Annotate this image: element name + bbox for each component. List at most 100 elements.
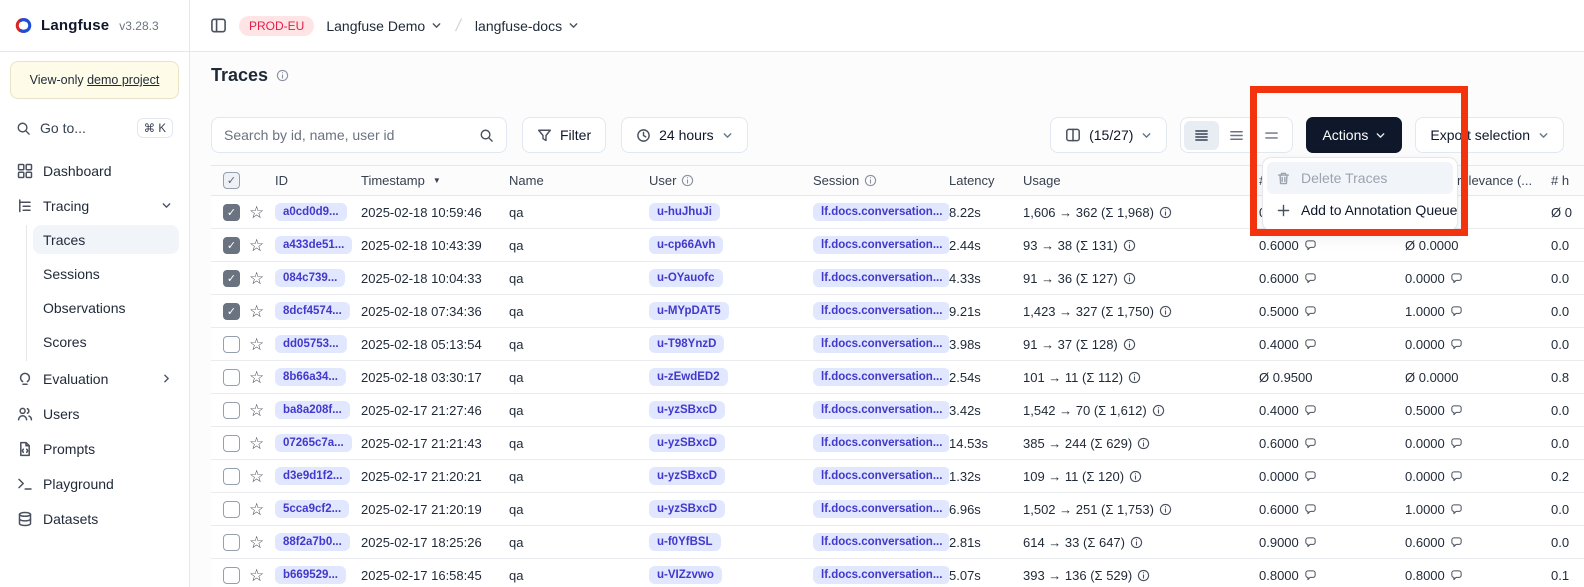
col-header-user[interactable]: User [649,173,813,188]
col-header-session[interactable]: Session [813,173,949,188]
demo-project-link[interactable]: demo project [87,73,159,87]
sidebar-item-scores[interactable]: Scores [33,327,179,356]
user-badge[interactable]: u-huJhuJi [649,203,720,221]
sidebar-item-tracing[interactable]: Tracing [10,190,179,221]
session-badge[interactable]: lf.docs.conversation... [813,500,949,518]
session-badge[interactable]: lf.docs.conversation... [813,236,949,254]
table-row[interactable]: ✓☆07265c7a...2025-02-17 21:21:43qau-yzSB… [211,427,1584,460]
user-badge[interactable]: u-yzSBxcD [649,467,725,485]
sidebar-item-playground[interactable]: Playground [10,468,179,499]
user-badge[interactable]: u-T98YnzD [649,335,724,353]
bookmark-star-icon[interactable]: ☆ [249,534,264,551]
col-header-usage[interactable]: Usage [1023,173,1255,188]
sidebar-item-observations[interactable]: Observations [33,293,179,322]
select-all-checkbox[interactable]: ✓ [223,172,240,189]
table-row[interactable]: ✓☆88f2a7b0...2025-02-17 18:25:26qau-f0Yf… [211,526,1584,559]
table-row[interactable]: ✓☆dd05753...2025-02-18 05:13:54qau-T98Yn… [211,328,1584,361]
row-checkbox[interactable]: ✓ [223,369,240,386]
row-checkbox[interactable]: ✓ [223,402,240,419]
org-switcher[interactable]: Langfuse Demo [326,18,442,34]
session-badge[interactable]: lf.docs.conversation... [813,203,949,221]
table-row[interactable]: ✓☆d3e9d1f2...2025-02-17 21:20:21qau-yzSB… [211,460,1584,493]
col-header-latency[interactable]: Latency [949,173,1023,188]
search-input[interactable] [224,127,471,143]
row-checkbox[interactable]: ✓ [223,336,240,353]
session-badge[interactable]: lf.docs.conversation... [813,434,949,452]
row-checkbox[interactable]: ✓ [223,204,240,221]
trace-id-badge[interactable]: 8dcf4574... [275,302,350,320]
trace-id-badge[interactable]: ba8a208f... [275,401,350,419]
session-badge[interactable]: lf.docs.conversation... [813,368,949,386]
trace-id-badge[interactable]: a0cd0d9... [275,203,347,221]
bookmark-star-icon[interactable]: ☆ [249,270,264,287]
session-badge[interactable]: lf.docs.conversation... [813,467,949,485]
sidebar-item-datasets[interactable]: Datasets [10,503,179,534]
user-badge[interactable]: u-OYauofc [649,269,723,287]
export-selection-button[interactable]: Export selection [1415,117,1564,153]
trace-id-badge[interactable]: d3e9d1f2... [275,467,350,485]
trace-id-badge[interactable]: b669529... [275,566,346,584]
table-row[interactable]: ✓☆a433de51...2025-02-18 10:43:39qau-cp66… [211,229,1584,262]
session-badge[interactable]: lf.docs.conversation... [813,302,949,320]
trace-id-badge[interactable]: 07265c7a... [275,434,352,452]
user-badge[interactable]: u-yzSBxcD [649,434,725,452]
trace-id-badge[interactable]: 8b66a34... [275,368,346,386]
session-badge[interactable]: lf.docs.conversation... [813,335,949,353]
table-row[interactable]: ✓☆ba8a208f...2025-02-17 21:27:46qau-yzSB… [211,394,1584,427]
user-badge[interactable]: u-VIZzvwo [649,566,722,584]
sidebar-item-evaluation[interactable]: Evaluation [10,363,179,394]
bookmark-star-icon[interactable]: ☆ [249,501,264,518]
bookmark-star-icon[interactable]: ☆ [249,435,264,452]
session-badge[interactable]: lf.docs.conversation... [813,401,949,419]
trace-id-badge[interactable]: a433de51... [275,236,352,254]
table-row[interactable]: ✓☆5cca9cf2...2025-02-17 21:20:19qau-yzSB… [211,493,1584,526]
row-checkbox[interactable]: ✓ [223,270,240,287]
column-visibility-button[interactable]: (15/27) [1050,117,1167,153]
bookmark-star-icon[interactable]: ☆ [249,468,264,485]
search-icon[interactable] [479,128,494,143]
trace-id-badge[interactable]: 88f2a7b0... [275,533,350,551]
col-header-name[interactable]: Name [509,173,649,188]
sidebar-toggle-icon[interactable] [210,17,227,34]
menu-item-add-to-annotation-queue[interactable]: Add to Annotation Queue [1267,194,1453,226]
table-row[interactable]: ✓☆8b66a34...2025-02-18 03:30:17qau-zEwdE… [211,361,1584,394]
table-row[interactable]: ✓☆b669529...2025-02-17 16:58:45qau-VIZzv… [211,559,1584,587]
row-checkbox[interactable]: ✓ [223,501,240,518]
row-checkbox[interactable]: ✓ [223,468,240,485]
bookmark-star-icon[interactable]: ☆ [249,402,264,419]
goto-search[interactable]: Go to... ⌘ K [10,113,179,143]
timerange-button[interactable]: 24 hours [621,117,747,153]
filter-button[interactable]: Filter [522,117,606,153]
row-checkbox[interactable]: ✓ [223,534,240,551]
row-checkbox[interactable]: ✓ [223,567,240,584]
row-checkbox[interactable]: ✓ [223,303,240,320]
bookmark-star-icon[interactable]: ☆ [249,204,264,221]
user-badge[interactable]: u-yzSBxcD [649,500,725,518]
sidebar-item-users[interactable]: Users [10,398,179,429]
project-switcher[interactable]: langfuse-docs [475,18,579,34]
sidebar-item-prompts[interactable]: Prompts [10,433,179,464]
sidebar-item-traces[interactable]: Traces [33,225,179,254]
session-badge[interactable]: lf.docs.conversation... [813,269,949,287]
sidebar-item-dashboard[interactable]: Dashboard [10,155,179,186]
trace-id-badge[interactable]: 084c739... [275,269,345,287]
user-badge[interactable]: u-yzSBxcD [649,401,725,419]
row-height-large-button[interactable] [1254,121,1289,150]
col-header-id[interactable]: ID [275,173,361,188]
sidebar-item-sessions[interactable]: Sessions [33,259,179,288]
col-header-timestamp[interactable]: Timestamp▼ [361,173,509,188]
col-header-clipped[interactable]: # h [1551,173,1584,188]
user-badge[interactable]: u-f0YfBSL [649,533,721,551]
table-row[interactable]: ✓☆8dcf4574...2025-02-18 07:34:36qau-MYpD… [211,295,1584,328]
menu-item-delete-traces[interactable]: Delete Traces [1267,162,1453,194]
user-badge[interactable]: u-cp66Avh [649,236,723,254]
user-badge[interactable]: u-zEwdED2 [649,368,728,386]
bookmark-star-icon[interactable]: ☆ [249,237,264,254]
session-badge[interactable]: lf.docs.conversation... [813,566,949,584]
row-height-small-button[interactable] [1184,121,1219,150]
row-checkbox[interactable]: ✓ [223,237,240,254]
row-height-medium-button[interactable] [1219,121,1254,150]
bookmark-star-icon[interactable]: ☆ [249,303,264,320]
trace-id-badge[interactable]: dd05753... [275,335,347,353]
user-badge[interactable]: u-MYpDAT5 [649,302,729,320]
